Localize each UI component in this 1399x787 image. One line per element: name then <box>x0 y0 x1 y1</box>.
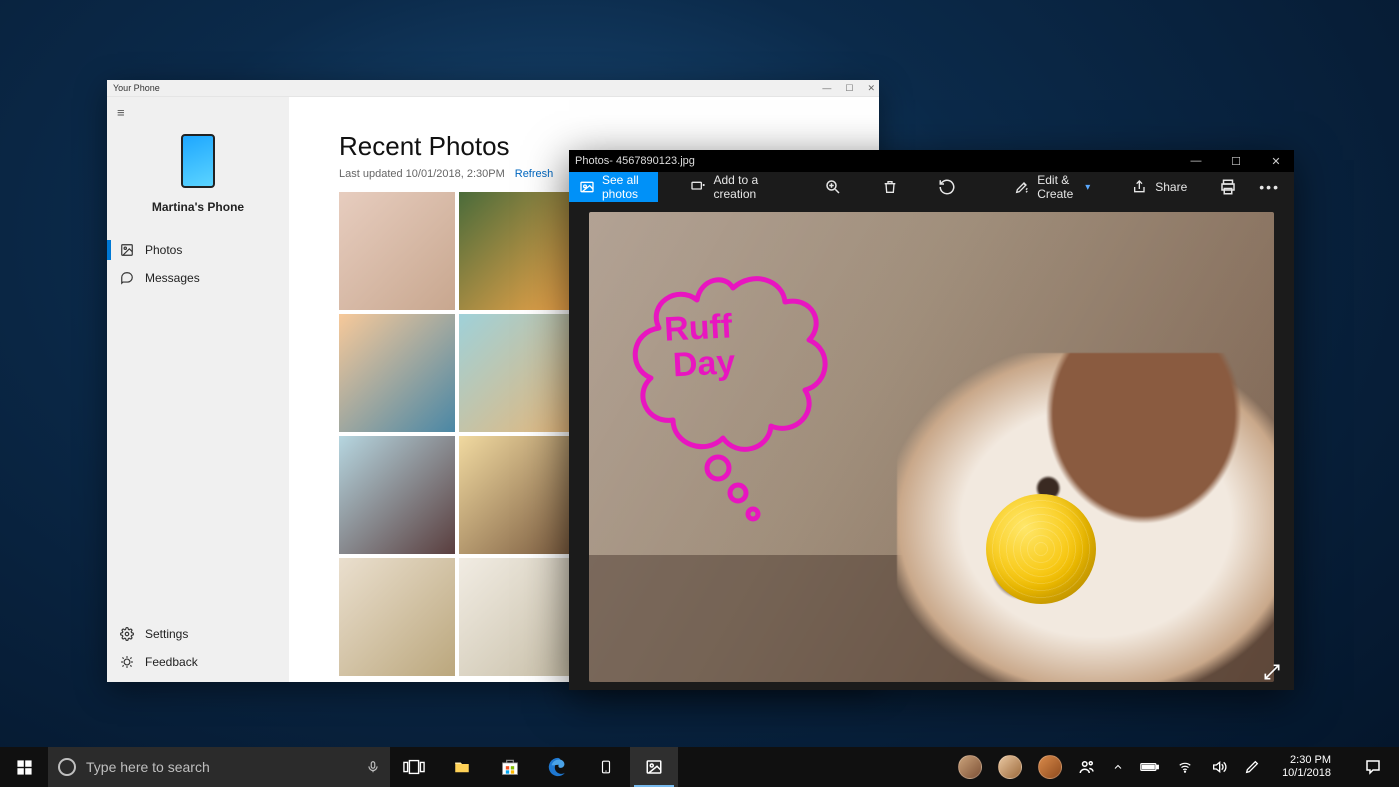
hamburger-icon[interactable]: ≡ <box>107 105 289 120</box>
feedback-icon <box>119 654 135 670</box>
action-center-button[interactable] <box>1353 758 1393 776</box>
people-icon[interactable] <box>1078 758 1096 776</box>
wifi-icon[interactable] <box>1176 760 1194 774</box>
minimize-button[interactable]: — <box>1184 155 1208 168</box>
picture-icon <box>579 179 595 195</box>
rotate-icon[interactable] <box>938 178 956 196</box>
cortana-icon <box>58 758 76 776</box>
ink-thought-bubble <box>623 268 843 528</box>
picture-icon <box>119 242 135 258</box>
your-phone-taskbar-button[interactable] <box>582 747 630 787</box>
see-all-photos-label: See all photos <box>602 173 648 201</box>
taskbar-search[interactable]: Type here to search <box>48 747 390 787</box>
photo-canvas[interactable]: Ruff Day <box>589 212 1274 682</box>
edit-icon <box>1014 179 1030 195</box>
file-explorer-button[interactable] <box>438 747 486 787</box>
people-avatar[interactable] <box>1038 755 1062 779</box>
mic-icon[interactable] <box>366 758 380 776</box>
clock-time: 2:30 PM <box>1282 754 1331 767</box>
photo-thumbnail[interactable] <box>339 314 455 432</box>
photos-viewer-titlebar[interactable]: Photos- 4567890123.jpg — ☐ ✕ <box>569 150 1294 172</box>
microsoft-store-button[interactable] <box>486 747 534 787</box>
message-icon <box>119 270 135 286</box>
your-phone-title: Your Phone <box>111 83 160 93</box>
photos-viewer-title: Photos- 4567890123.jpg <box>575 155 695 167</box>
people-avatar[interactable] <box>998 755 1022 779</box>
print-icon[interactable] <box>1219 178 1237 196</box>
battery-icon[interactable] <box>1140 761 1160 773</box>
edge-browser-button[interactable] <box>534 747 582 787</box>
task-view-button[interactable] <box>390 747 438 787</box>
sidebar-item-label: Messages <box>145 271 200 285</box>
share-icon <box>1132 179 1148 195</box>
photo-thumbnail[interactable] <box>339 436 455 554</box>
delete-icon[interactable] <box>882 178 898 196</box>
people-avatar[interactable] <box>958 755 982 779</box>
close-button[interactable]: ✕ <box>1264 155 1288 168</box>
close-button[interactable]: ✕ <box>867 83 875 94</box>
photos-viewer-toolbar: See all photos Add to a creation Edit & … <box>569 172 1294 202</box>
share-button[interactable]: Share <box>1122 172 1197 202</box>
photo-thumbnail[interactable] <box>459 314 575 432</box>
photo-thumbnail[interactable] <box>459 436 575 554</box>
add-to-creation-label: Add to a creation <box>713 173 770 201</box>
maximize-button[interactable]: ☐ <box>845 83 853 94</box>
photo-thumbnail[interactable] <box>339 192 455 310</box>
your-phone-titlebar[interactable]: Your Phone — ☐ ✕ <box>107 80 879 97</box>
fullscreen-icon[interactable] <box>1262 662 1282 682</box>
more-icon[interactable]: ••• <box>1259 179 1280 195</box>
ink-annotation-text: Ruff Day <box>663 309 737 384</box>
photos-taskbar-button[interactable] <box>630 747 678 787</box>
photo-thumbnail[interactable] <box>339 558 455 676</box>
chevron-down-icon: ▾ <box>1085 182 1090 193</box>
taskbar-clock[interactable]: 2:30 PM 10/1/2018 <box>1276 754 1337 780</box>
ink-workspace-icon[interactable] <box>1244 758 1260 776</box>
minimize-button[interactable]: — <box>822 83 831 94</box>
phone-name-label: Martina's Phone <box>107 200 289 214</box>
sidebar-item-messages[interactable]: Messages <box>107 264 289 292</box>
sidebar-item-label: Settings <box>145 627 188 641</box>
phone-illustration <box>181 134 215 188</box>
photo-thumbnail[interactable] <box>459 192 575 310</box>
add-creation-icon <box>690 179 706 195</box>
sidebar-item-photos[interactable]: Photos <box>107 236 289 264</box>
sidebar-item-settings[interactable]: Settings <box>107 620 289 648</box>
edit-create-button[interactable]: Edit & Create ▾ <box>1004 172 1100 202</box>
gear-icon <box>119 626 135 642</box>
clock-date: 10/1/2018 <box>1282 767 1331 780</box>
photos-viewer-window: Photos- 4567890123.jpg — ☐ ✕ See all pho… <box>569 150 1294 690</box>
sidebar-item-label: Feedback <box>145 655 198 669</box>
maximize-button[interactable]: ☐ <box>1224 155 1248 168</box>
photo-subject-ball <box>986 494 1096 604</box>
taskbar: Type here to search <box>0 747 1399 787</box>
search-placeholder: Type here to search <box>86 759 210 775</box>
your-phone-sidebar: ≡ Martina's Phone Photos Messages <box>107 97 289 682</box>
sidebar-item-label: Photos <box>145 243 182 257</box>
share-label: Share <box>1155 180 1187 194</box>
sidebar-item-feedback[interactable]: Feedback <box>107 648 289 676</box>
volume-icon[interactable] <box>1210 759 1228 775</box>
edit-create-label: Edit & Create <box>1037 173 1076 201</box>
last-updated-label: Last updated 10/01/2018, 2:30PM <box>339 168 505 180</box>
zoom-icon[interactable] <box>824 178 842 196</box>
tray-chevron-icon[interactable] <box>1112 761 1124 773</box>
add-to-creation-button[interactable]: Add to a creation <box>680 172 780 202</box>
start-button[interactable] <box>0 747 48 787</box>
see-all-photos-button[interactable]: See all photos <box>569 172 658 202</box>
photo-thumbnail[interactable] <box>459 558 575 676</box>
refresh-link[interactable]: Refresh <box>515 168 554 180</box>
